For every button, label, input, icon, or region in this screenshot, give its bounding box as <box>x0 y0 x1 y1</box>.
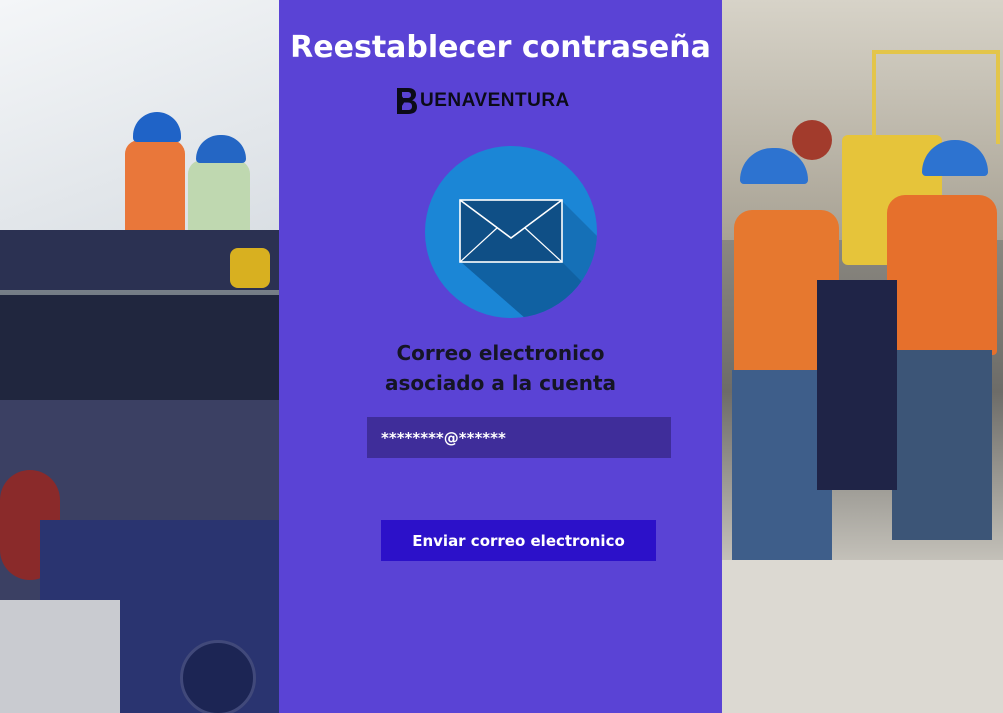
email-field[interactable]: ********@****** <box>367 417 671 458</box>
background-photo-right <box>722 0 1003 713</box>
mail-badge <box>425 146 597 318</box>
reset-password-panel: Reestablecer contraseña UENAVENTURA Corr… <box>279 0 722 713</box>
page-title: Reestablecer contraseña <box>290 30 711 65</box>
buenaventura-b-logo-icon <box>397 88 417 114</box>
email-field-label-line2: asociado a la cuenta <box>384 371 617 395</box>
brand-logo: UENAVENTURA <box>396 86 570 116</box>
send-email-button[interactable]: Enviar correo electronico <box>381 520 656 561</box>
email-field-value: ********@****** <box>381 428 506 447</box>
email-field-label-line1: Correo electronico <box>396 341 605 365</box>
envelope-icon <box>459 199 597 318</box>
background-photo-left <box>0 0 279 713</box>
email-field-label: Correo electronico asociado a la cuenta <box>279 338 722 398</box>
brand-logo-text: UENAVENTURA <box>420 90 570 111</box>
